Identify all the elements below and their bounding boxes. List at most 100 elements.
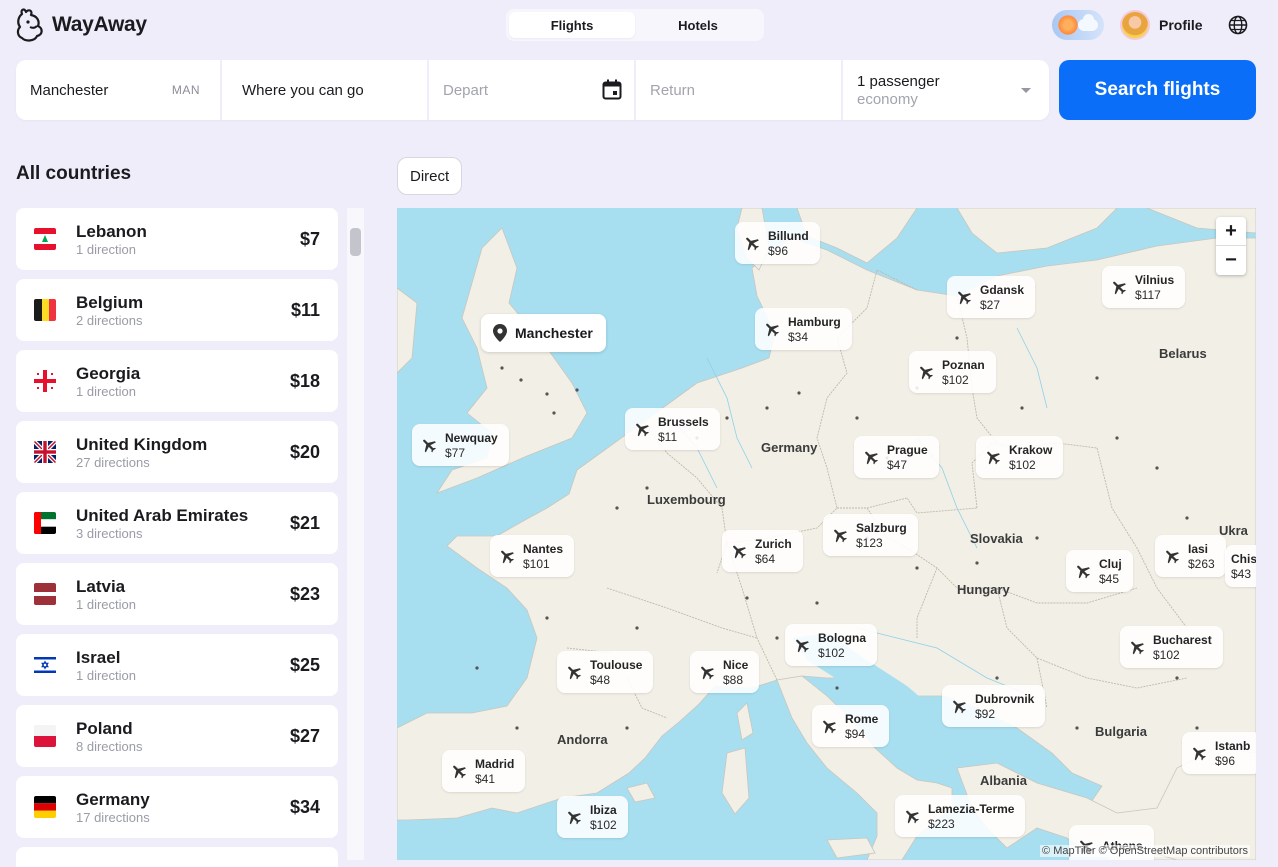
destination-pin[interactable]: Ibiza $102 [557, 796, 628, 838]
destination-pin[interactable]: Newquay $77 [412, 424, 509, 466]
map-label-hungary: Hungary [957, 582, 1010, 597]
pin-price: $123 [856, 535, 883, 550]
country-name: Lebanon [76, 221, 147, 241]
origin-marker-label: Manchester [515, 325, 593, 341]
country-item[interactable]: United Arab Emirates 3 directions $21 [16, 492, 338, 554]
destination-pin[interactable]: Zurich $64 [722, 530, 803, 572]
map-attribution[interactable]: © MapTiler © OpenStreetMap contributors [1040, 845, 1250, 857]
destination-pin[interactable]: Brussels $11 [625, 408, 720, 450]
passengers-field[interactable]: 1 passenger economy [843, 60, 1049, 120]
direct-flights-filter[interactable]: Direct [397, 157, 463, 195]
depart-date-field[interactable]: Depart [429, 60, 636, 120]
brand-logo[interactable]: WayAway [16, 8, 147, 42]
germany-flag-icon [34, 796, 56, 818]
pin-price: $102 [590, 817, 617, 832]
country-item[interactable]: Lebanon 1 direction $7 [16, 208, 338, 270]
country-directions: 1 direction [76, 596, 136, 612]
destination-pin[interactable]: Nice $88 [690, 651, 760, 693]
origin-value: Manchester [30, 81, 109, 99]
country-item[interactable]: United Kingdom 27 directions $20 [16, 421, 338, 483]
pin-price: $88 [723, 672, 744, 687]
destinations-map[interactable]: Germany Luxembourg Belarus Slovakia Hung… [397, 208, 1256, 860]
pin-price: $43 [1231, 566, 1252, 581]
calendar-icon[interactable] [602, 79, 622, 100]
destination-pin[interactable]: Vilnius $117 [1102, 266, 1186, 308]
destination-pin[interactable]: Istanb $96 [1182, 732, 1256, 774]
country-directions: 17 directions [76, 809, 150, 825]
pin-city: Chisin [1231, 551, 1256, 566]
country-item[interactable] [16, 847, 338, 867]
destination-pin[interactable]: Madrid $41 [442, 750, 526, 792]
globe-icon[interactable] [1228, 15, 1248, 35]
destination-pin[interactable]: Prague $47 [854, 436, 939, 478]
destination-pin[interactable]: Gdansk $27 [947, 276, 1036, 318]
destination-pin[interactable]: Nantes $101 [490, 535, 575, 577]
map-label-andorra: Andorra [557, 732, 608, 747]
country-item[interactable]: Poland 8 directions $27 [16, 705, 338, 767]
pin-price: $47 [887, 457, 908, 472]
pin-price: $117 [1135, 287, 1161, 302]
map-label-albania: Albania [980, 773, 1027, 788]
destination-pin[interactable]: Chisin$43 [1225, 545, 1256, 587]
pin-price: $96 [768, 243, 789, 258]
country-directions: 8 directions [76, 738, 143, 754]
georgia-flag-icon [34, 370, 56, 392]
origin-marker[interactable]: Manchester [481, 314, 606, 352]
destination-pin[interactable]: Poznan $102 [909, 351, 996, 393]
airplane-icon [1166, 550, 1179, 564]
tab-flights[interactable]: Flights [509, 12, 635, 38]
pin-city: Nantes [523, 541, 564, 556]
pin-city: Toulouse [590, 657, 643, 672]
zoom-out-button[interactable]: − [1216, 246, 1246, 275]
country-list: Lebanon 1 direction $7 Belgium 2 direction… [16, 208, 338, 867]
brand-name: WayAway [52, 13, 147, 36]
return-date-field[interactable]: Return [636, 60, 843, 120]
destination-pin[interactable]: Toulouse $48 [557, 651, 654, 693]
sidebar-scrollbar[interactable] [347, 208, 364, 860]
pin-price: $101 [523, 556, 550, 571]
pin-price: $102 [1009, 457, 1036, 472]
destination-pin[interactable]: Salzburg $123 [823, 514, 918, 556]
airplane-icon [1193, 747, 1206, 761]
cloud-icon [1078, 14, 1098, 31]
destination-pin[interactable]: Billund $96 [735, 222, 820, 264]
search-flights-button[interactable]: Search flights [1059, 60, 1256, 120]
airplane-icon [906, 810, 919, 824]
theme-toggle[interactable] [1052, 10, 1104, 40]
depart-placeholder: Depart [443, 81, 489, 99]
pin-city: Prague [887, 442, 928, 457]
origin-field[interactable]: Manchester MAN [16, 60, 222, 120]
country-price: $20 [289, 441, 320, 462]
country-item[interactable]: Belgium 2 directions $11 [16, 279, 338, 341]
zoom-in-button[interactable]: + [1216, 217, 1246, 246]
country-item[interactable]: Latvia 1 direction $23 [16, 563, 338, 625]
destination-pin[interactable]: Rome $94 [812, 705, 890, 747]
avatar [1120, 10, 1150, 40]
destination-pin[interactable]: Lamezia-Terme $223 [895, 795, 1026, 837]
destination-pin[interactable]: Dubrovnik $92 [942, 685, 1046, 727]
airplane-icon [701, 666, 714, 680]
map-label-bulgaria: Bulgaria [1095, 724, 1148, 739]
profile-menu[interactable]: Profile [1120, 10, 1203, 40]
pin-city: Poznan [942, 357, 985, 372]
map-label-luxembourg: Luxembourg [647, 492, 726, 507]
destination-pin[interactable]: Bologna $102 [785, 624, 877, 666]
destination-pin[interactable]: Iasi $263 [1155, 535, 1226, 577]
country-name: Latvia [76, 576, 126, 596]
pin-price: $45 [1099, 571, 1120, 586]
airplane-icon [568, 811, 581, 825]
tab-hotels[interactable]: Hotels [635, 12, 761, 38]
country-item[interactable]: Georgia 1 direction $18 [16, 350, 338, 412]
destination-pin[interactable]: Hamburg $34 [755, 308, 852, 350]
country-item[interactable]: Germany 17 directions $34 [16, 776, 338, 838]
destination-pin[interactable]: Cluj $45 [1066, 550, 1133, 592]
country-item[interactable]: Israel 1 direction $25 [16, 634, 338, 696]
destination-pin[interactable]: Bucharest $102 [1120, 626, 1223, 668]
scrollbar-thumb[interactable] [350, 228, 361, 256]
destination-field[interactable]: Where you can go [222, 60, 429, 120]
pin-city: Newquay [445, 430, 498, 445]
airplane-icon [568, 666, 581, 680]
pin-price: $96 [1215, 753, 1236, 768]
destination-pin[interactable]: Krakow $102 [976, 436, 1064, 478]
map-label-slovakia: Slovakia [970, 531, 1023, 546]
